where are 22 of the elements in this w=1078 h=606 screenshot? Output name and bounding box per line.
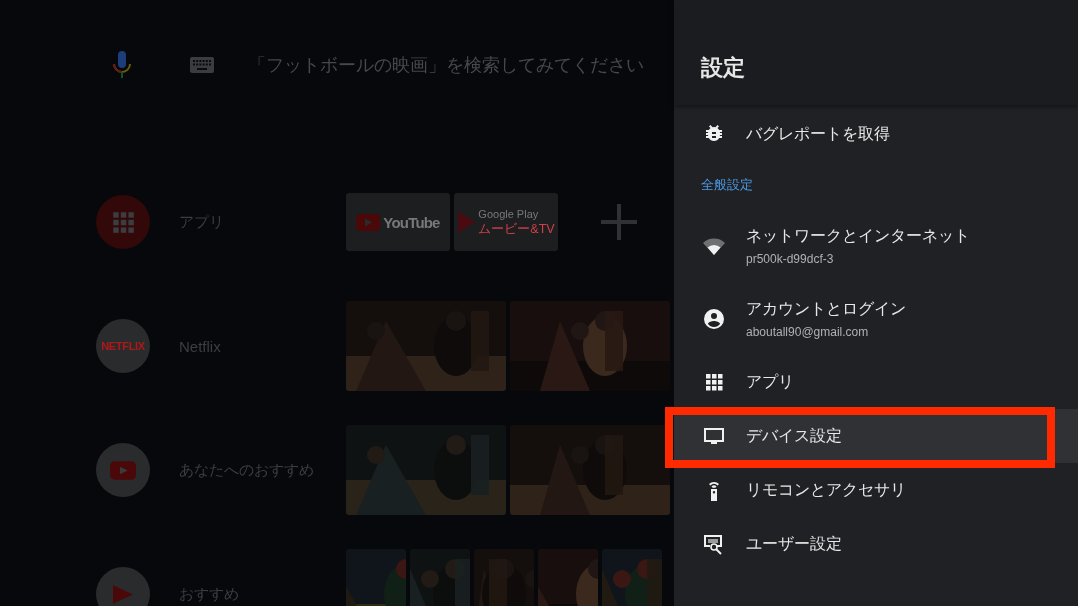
youtube-tile[interactable]: YouTube bbox=[346, 193, 450, 251]
grid-icon bbox=[110, 209, 136, 235]
section-heading: 全般設定 bbox=[700, 176, 754, 194]
triangle-icon bbox=[457, 210, 476, 234]
play-icon bbox=[110, 460, 136, 480]
microphone-icon[interactable] bbox=[111, 51, 133, 79]
play-movies-tile[interactable]: Google Play ムービー&TV bbox=[454, 193, 558, 251]
settings-item[interactable]: アカウントとログイン aboutall90@gmail.com bbox=[674, 282, 1078, 355]
add-icon[interactable] bbox=[601, 204, 637, 240]
settings-item[interactable]: ユーザー設定 bbox=[674, 517, 1078, 571]
movies-button[interactable] bbox=[96, 567, 150, 606]
settings-item[interactable]: ネットワークとインターネット pr500k-d99dcf-3 bbox=[674, 209, 1078, 282]
settings-item[interactable]: バグレポートを取得 bbox=[674, 107, 1078, 161]
panel-title: 設定 bbox=[701, 53, 745, 82]
youtube-button[interactable] bbox=[96, 443, 150, 497]
keyboard-icon[interactable] bbox=[190, 57, 214, 73]
settings-item[interactable]: アプリ bbox=[674, 355, 1078, 409]
account-icon bbox=[702, 306, 726, 331]
settings-item[interactable]: リモコンとアクセサリ bbox=[674, 463, 1078, 517]
triangle-icon bbox=[110, 584, 136, 604]
play-icon bbox=[356, 213, 381, 231]
apps-button[interactable] bbox=[96, 195, 150, 249]
